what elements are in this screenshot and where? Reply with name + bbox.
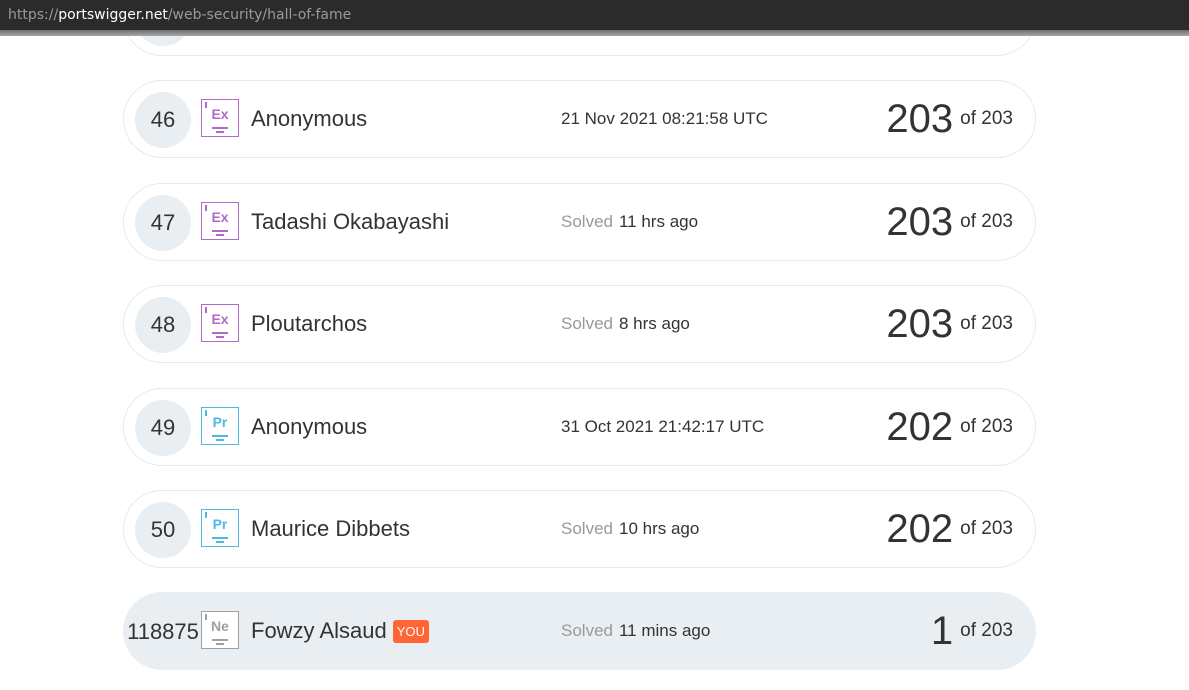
rank-number: 49: [135, 400, 191, 456]
score: 203 of 203: [886, 81, 1013, 157]
score-total: of 203: [960, 620, 1013, 641]
toolbar-divider: [0, 30, 1189, 36]
solved-time-value: 31 Oct 2021 21:42:17 UTC: [561, 417, 765, 436]
badge-symbol: Ne: [211, 618, 229, 634]
score-total: of 203: [960, 313, 1013, 334]
solved-time-value: 8 hrs ago: [618, 314, 690, 333]
address-bar[interactable]: https://portswigger.net/web-security/hal…: [0, 0, 1189, 30]
score-value: 202: [886, 404, 954, 449]
score: 203 of 203: [886, 184, 1013, 260]
solved-time: Solved 10 hrs ago: [561, 491, 699, 567]
rank-number: 46: [135, 92, 191, 148]
leaderboard-row: 47 Ex Tadashi Okabayashi Solved 11 hrs a…: [123, 183, 1036, 261]
solved-label: Solved: [561, 212, 613, 231]
leaderboard-row: 50 Pr Maurice Dibbets Solved 10 hrs ago …: [123, 490, 1036, 568]
rank-number: 47: [135, 195, 191, 251]
leaderboard-row: 46 Ex Anonymous 21 Nov 2021 08:21:58 UTC…: [123, 80, 1036, 158]
solved-time: Solved 11 mins ago: [561, 593, 710, 669]
score-total: of 203: [960, 416, 1013, 437]
score: 202 of 203: [886, 389, 1013, 465]
expert-level-icon: Ex: [201, 202, 239, 240]
score-value: 203: [886, 301, 954, 346]
leaderboard-row: 48 Ex Ploutarchos Solved 8 hrs ago 203 o…: [123, 285, 1036, 363]
user-name: Maurice Dibbets: [251, 516, 410, 541]
solved-time: Solved 11 hrs ago: [561, 184, 698, 260]
user-name: Tadashi Okabayashi: [251, 209, 450, 234]
expert-level-icon: Ex: [201, 99, 239, 137]
badge-symbol: Pr: [212, 516, 228, 532]
solved-time: Solved 8 hrs ago: [561, 286, 690, 362]
score-total: of 203: [960, 518, 1013, 539]
url-host: portswigger.net: [58, 7, 168, 23]
user-name: Fowzy Alsaud YOU: [251, 593, 429, 669]
score-value: 203: [886, 96, 954, 141]
solved-time-value: 21 Nov 2021 08:21:58 UTC: [561, 109, 768, 128]
rank-number: 48: [135, 297, 191, 353]
url-path: /web-security/hall-of-fame: [167, 7, 352, 23]
score-value: 1: [930, 608, 954, 653]
badge-symbol: Pr: [212, 414, 228, 430]
solved-label: Solved: [561, 519, 613, 538]
url-prefix: https://: [8, 7, 59, 23]
leaderboard-row: 49 Pr Anonymous 31 Oct 2021 21:42:17 UTC…: [123, 388, 1036, 466]
solved-label: Solved: [561, 314, 613, 333]
user-name: Anonymous: [251, 414, 368, 439]
solved-time: 31 Oct 2021 21:42:17 UTC: [561, 389, 764, 465]
badge-symbol: Ex: [211, 209, 229, 225]
user-name: Ploutarchos: [251, 311, 368, 336]
score: 1 of 203: [931, 593, 1013, 669]
practitioner-level-icon: Pr: [201, 407, 239, 445]
you-badge: YOU: [392, 619, 429, 643]
rank-number: 50: [135, 502, 191, 558]
leaderboard: 46 Ex Anonymous 21 Nov 2021 08:21:58 UTC…: [0, 0, 1189, 690]
score-value: 202: [886, 506, 954, 551]
current-user-row: 118875 Ne Fowzy Alsaud YOU Solved 11 min…: [123, 592, 1036, 670]
badge-symbol: Ex: [211, 106, 229, 122]
score: 203 of 203: [886, 286, 1013, 362]
solved-time: 21 Nov 2021 08:21:58 UTC: [561, 81, 768, 157]
practitioner-level-icon: Pr: [201, 509, 239, 547]
solved-time-value: 11 hrs ago: [618, 212, 699, 231]
score-total: of 203: [960, 211, 1013, 232]
solved-time-value: 11 mins ago: [618, 621, 711, 640]
expert-level-icon: Ex: [201, 304, 239, 342]
solved-time-value: 10 hrs ago: [618, 519, 700, 538]
score: 202 of 203: [886, 491, 1013, 567]
user-name: Anonymous: [251, 106, 368, 131]
solved-label: Solved: [561, 621, 613, 640]
newcomer-level-icon: Ne: [201, 611, 239, 649]
rank-number: 118875: [127, 619, 199, 644]
score-total: of 203: [960, 108, 1013, 129]
score-value: 203: [886, 199, 954, 244]
user-name-text: Fowzy Alsaud: [251, 618, 387, 643]
badge-symbol: Ex: [211, 311, 229, 327]
